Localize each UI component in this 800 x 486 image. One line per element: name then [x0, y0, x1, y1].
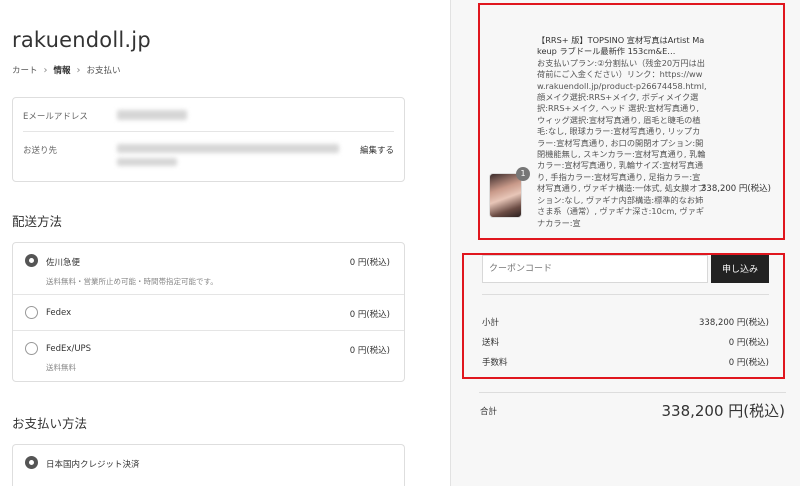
radio-fedex-ups[interactable]	[25, 342, 38, 355]
divider	[479, 392, 786, 393]
contact-email-row: Eメールアドレス	[23, 110, 394, 132]
chevron-right-icon: ›	[43, 64, 48, 76]
edit-shipping-link[interactable]: 編集する	[360, 144, 394, 156]
shipping-option-fedex[interactable]: Fedex 0 円(税込)	[13, 295, 404, 331]
payment-options: 日本国内クレジット決済	[12, 444, 405, 486]
contact-ship-row: お送り先 編集する	[23, 144, 394, 166]
subtotal-value: 338,200 円(税込)	[699, 318, 769, 328]
checkout-main: rakuendoll.jp カート › 情報 › お支払い Eメールアドレス お…	[0, 0, 450, 486]
handling-fee-row: 手数料 0 円(税込)	[482, 356, 769, 368]
shipping-option-sub: 送料無料・営業所止め可能・時間帯指定可能です。	[46, 277, 218, 286]
chevron-right-icon: ›	[76, 64, 81, 76]
shipping-section-title: 配送方法	[12, 214, 63, 229]
ship-label: お送り先	[23, 146, 58, 156]
shop-title[interactable]: rakuendoll.jp	[12, 28, 151, 52]
shipping-option-label: FedEx/UPS	[46, 344, 92, 354]
payment-option-credit[interactable]: 日本国内クレジット決済	[13, 445, 404, 485]
breadcrumb-payment: お支払い	[86, 66, 121, 76]
shipping-fee-value: 0 円(税込)	[728, 338, 769, 348]
subtotal-row: 小計 338,200 円(税込)	[482, 316, 769, 328]
redacted-address-2	[117, 158, 177, 166]
shipping-option-sub: 送料無料	[46, 363, 76, 372]
quantity-badge: 1	[516, 167, 530, 181]
shipping-option-price: 0 円(税込)	[349, 346, 390, 356]
breadcrumb-info[interactable]: 情報	[54, 64, 71, 76]
breadcrumb-cart[interactable]: カート	[12, 64, 38, 76]
coupon-and-subtotals: 申し込み 小計 338,200 円(税込) 送料 0 円(税込) 手数料 0 円…	[462, 253, 785, 379]
shipping-fee-label: 送料	[482, 338, 500, 348]
product-line-item: 1 【RRS+ 版】TOPSINO 宣材写真はArtist Makeup ラブド…	[478, 3, 785, 240]
payment-section-title: お支払い方法	[12, 416, 88, 431]
contact-summary: Eメールアドレス お送り先 編集する	[12, 97, 405, 182]
shipping-option-price: 0 円(税込)	[349, 258, 390, 268]
shipping-option-sagawa[interactable]: 佐川急便 送料無料・営業所止め可能・時間帯指定可能です。 0 円(税込)	[13, 243, 404, 295]
total-value: 338,200 円(税込)	[661, 402, 785, 420]
divider	[482, 294, 769, 295]
product-description: 【RRS+ 版】TOPSINO 宣材写真はArtist Makeup ラブドール…	[537, 35, 707, 239]
shipping-option-label: 佐川急便	[46, 258, 81, 268]
shipping-option-price: 0 円(税込)	[349, 310, 390, 320]
breadcrumb: カート › 情報 › お支払い	[12, 64, 121, 77]
shipping-option-label: Fedex	[46, 308, 72, 318]
radio-credit[interactable]	[25, 456, 38, 469]
radio-fedex[interactable]	[25, 306, 38, 319]
product-thumbnail	[489, 173, 522, 218]
handling-fee-label: 手数料	[482, 358, 508, 368]
total-label: 合計	[480, 407, 498, 417]
order-summary-sidebar: 1 【RRS+ 版】TOPSINO 宣材写真はArtist Makeup ラブド…	[450, 0, 800, 486]
payment-option-label: 日本国内クレジット決済	[46, 460, 140, 470]
handling-fee-value: 0 円(税込)	[728, 358, 769, 368]
coupon-input[interactable]	[482, 255, 708, 283]
shipping-option-fedex-ups[interactable]: FedEx/UPS 送料無料 0 円(税込)	[13, 331, 404, 381]
radio-sagawa[interactable]	[25, 254, 38, 267]
product-name: 【RRS+ 版】TOPSINO 宣材写真はArtist Makeup ラブドール…	[537, 35, 705, 57]
email-label: Eメールアドレス	[23, 112, 88, 122]
redacted-email	[117, 110, 187, 120]
subtotal-label: 小計	[482, 318, 500, 328]
product-options: お支払いプラン:②分割払い（残金20万円は出荷前にご入金ください）リンク：htt…	[537, 57, 707, 228]
product-price: 338,200 円(税込)	[701, 184, 771, 194]
redacted-address	[117, 144, 339, 153]
shipping-fee-row: 送料 0 円(税込)	[482, 336, 769, 348]
apply-coupon-button[interactable]: 申し込み	[711, 255, 769, 283]
shipping-options: 佐川急便 送料無料・営業所止め可能・時間帯指定可能です。 0 円(税込) Fed…	[12, 242, 405, 382]
